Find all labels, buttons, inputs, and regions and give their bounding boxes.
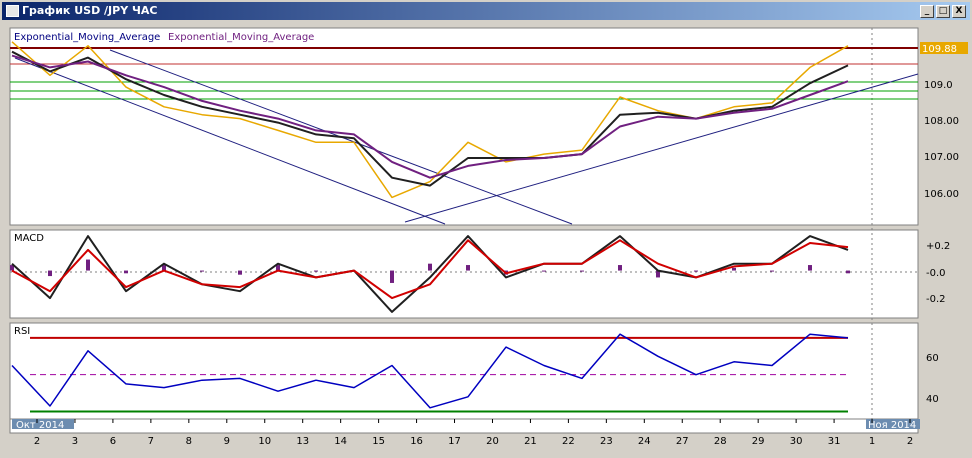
macd-tick-label: +0.2	[926, 241, 950, 252]
price-tick-label: 107.00	[924, 152, 959, 163]
time-tick-label: 20	[486, 436, 499, 447]
time-tick-label: 31	[828, 436, 841, 447]
time-tick-label: 8	[186, 436, 192, 447]
time-tick-label: 16	[410, 436, 423, 447]
time-tick-label: 27	[676, 436, 689, 447]
rsi-title: RSI	[14, 326, 30, 337]
time-tick-label: 6	[110, 436, 116, 447]
time-tick-label: 23	[600, 436, 613, 447]
time-tick-label: 21	[524, 436, 537, 447]
time-tick-label: 10	[258, 436, 271, 447]
time-tick-label: 9	[224, 436, 230, 447]
macd-histogram-bar	[542, 270, 546, 272]
time-tick-label: 24	[638, 436, 651, 447]
rsi-tick-label: 40	[926, 394, 939, 405]
macd-histogram-bar	[808, 265, 812, 271]
macd-histogram-bar	[618, 265, 622, 271]
time-tick-label: 2	[907, 436, 913, 447]
current-price-label: 109.88	[922, 44, 957, 55]
time-tick-label: 3	[72, 436, 78, 447]
macd-histogram-bar	[48, 270, 52, 277]
macd-tick-label: -0.2	[926, 294, 946, 305]
time-tick-label: 13	[296, 436, 309, 447]
macd-tick-label: -0.0	[926, 268, 946, 279]
macd-histogram-bar	[86, 259, 90, 271]
time-tick-label: 28	[714, 436, 727, 447]
macd-histogram-bar	[238, 270, 242, 275]
legend-ema-1: Exponential_Moving_Average	[14, 32, 160, 43]
month-label-oct: Окт 2014	[16, 420, 64, 431]
price-tick-label: 109.0	[924, 80, 953, 91]
macd-histogram-bar	[580, 270, 584, 272]
time-tick-label: 22	[562, 436, 575, 447]
price-chart[interactable]: Exponential_Moving_Average Exponential_M…	[0, 0, 972, 458]
price-tick-label: 106.00	[924, 189, 959, 200]
chart-window: График USD /JPY ЧАС _ □ X Exponential_Mo…	[0, 0, 972, 458]
rsi-tick-label: 60	[926, 353, 939, 364]
macd-histogram-bar	[466, 265, 470, 271]
time-axis-bar	[9, 418, 919, 434]
legend-ema-2: Exponential_Moving_Average	[168, 32, 314, 43]
time-tick-label: 2	[34, 436, 40, 447]
time-tick-label: 17	[448, 436, 461, 447]
macd-histogram-bar	[846, 270, 850, 274]
price-tick-label: 108.00	[924, 116, 959, 127]
time-tick-label: 30	[790, 436, 803, 447]
time-tick-label: 7	[148, 436, 154, 447]
macd-histogram-bar	[314, 270, 318, 272]
macd-histogram-bar	[200, 270, 204, 272]
macd-histogram-bar	[732, 267, 736, 271]
macd-title: MACD	[14, 233, 44, 244]
month-label-nov: Ноя 2014	[868, 420, 916, 431]
macd-histogram-bar	[390, 270, 394, 283]
time-tick-label: 1	[869, 436, 875, 447]
time-tick-label: 29	[752, 436, 765, 447]
macd-histogram-bar	[428, 263, 432, 271]
macd-panel	[9, 229, 919, 319]
macd-histogram-bar	[770, 270, 774, 272]
price-panel	[9, 27, 919, 226]
time-tick-label: 14	[334, 436, 347, 447]
macd-histogram-bar	[694, 270, 698, 272]
time-tick-label: 15	[372, 436, 385, 447]
macd-histogram-bar	[124, 270, 128, 274]
